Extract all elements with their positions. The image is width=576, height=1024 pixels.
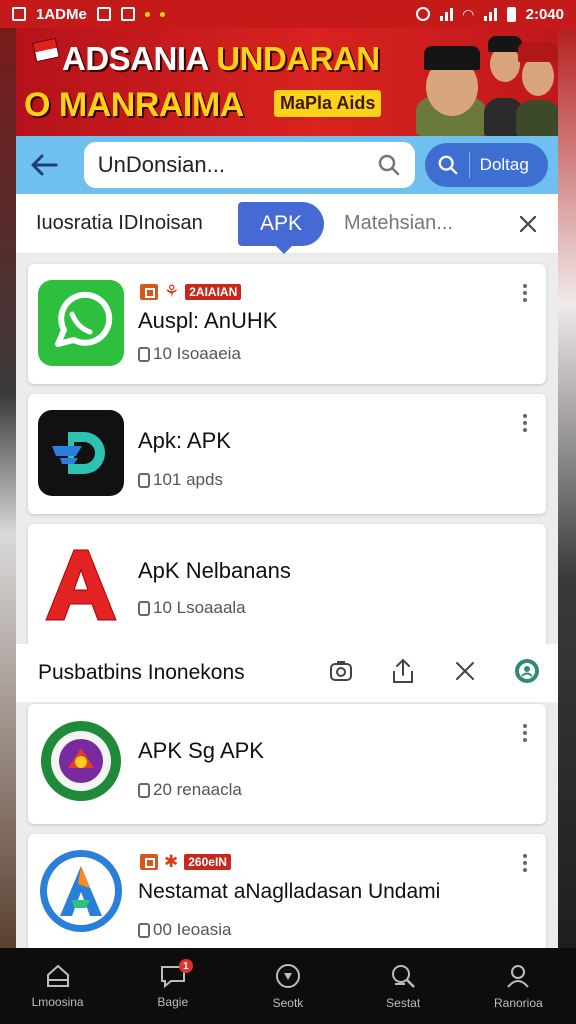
more-options-icon[interactable]	[518, 722, 532, 744]
share-icon[interactable]	[388, 656, 418, 686]
tab-indonesia[interactable]: Iuosratia IDInoisan	[36, 212, 238, 235]
back-arrow-icon[interactable]	[26, 147, 62, 183]
search-icon	[438, 155, 458, 175]
app-subtitle: 00 Ieoasia	[153, 920, 232, 939]
banner-title: ADSANIA UNDARAN	[62, 40, 380, 78]
signal-icon	[483, 7, 497, 21]
close-icon[interactable]	[516, 212, 540, 236]
close-icon[interactable]	[450, 656, 480, 686]
badge-icon	[140, 854, 158, 870]
list-item[interactable]: APK Sg APK 20 renaacla	[28, 704, 546, 824]
search-field[interactable]	[83, 142, 415, 188]
badge-icon	[140, 284, 158, 300]
banner-tag: MaPla Aids	[274, 90, 382, 117]
banner-title-yellow: UNDARAN	[216, 40, 380, 77]
app-subtitle: 10 Lsoaaala	[153, 598, 246, 617]
nav-item-search[interactable]: Sestat	[353, 962, 453, 1010]
tab-malaysia[interactable]: Matehsian...	[344, 212, 474, 235]
tab-apk[interactable]: APK	[238, 201, 324, 254]
search-button-label: Doltag	[479, 155, 529, 174]
app-name: APK Sg APK	[138, 738, 264, 763]
app-name: Apk: APK	[138, 428, 231, 453]
notification-badge: 1	[178, 959, 193, 973]
banner-people-image	[406, 28, 558, 136]
dot-icon	[159, 11, 165, 17]
app-list: ⚘ 2AIAIAN Auspl: AnUHK 10 Isoaaeia Apk: …	[16, 254, 558, 948]
gallery-icon	[96, 7, 111, 21]
nav-item-messages[interactable]: 1 Bagie	[123, 959, 223, 1009]
size-icon	[138, 782, 150, 798]
status-time: 2:040	[525, 5, 564, 23]
mail-icon	[120, 7, 135, 21]
emblem-icon	[38, 718, 124, 804]
alarm-icon	[415, 7, 430, 21]
bottom-navigation: Lmoosina 1 Bagie Seotk Sestat Ranorioa	[0, 948, 576, 1024]
app-subtitle: 20 renaacla	[153, 780, 242, 799]
banner-subtitle: O MANRAIMA	[24, 86, 244, 124]
profile-badge-icon[interactable]	[512, 656, 542, 686]
nav-label: Ranorioa	[493, 996, 543, 1010]
search-icon[interactable]	[377, 153, 401, 177]
filter-tabs: Iuosratia IDInoisan APK Matehsian...	[16, 194, 558, 254]
circle-icon	[275, 964, 300, 988]
promo-banner[interactable]: ADSANIA UNDARAN O MANRAIMA MaPla Aids	[16, 28, 558, 136]
size-icon	[138, 600, 150, 616]
section-title: Pusbatbins Inonekons	[38, 661, 245, 684]
nav-label: Lmoosina	[31, 995, 84, 1009]
nav-label: Bagie	[157, 995, 189, 1009]
battery-icon	[506, 6, 516, 22]
divider	[468, 152, 470, 178]
app-subtitle: 101 apds	[153, 470, 223, 489]
nav-item-home[interactable]: Lmoosina	[8, 963, 108, 1009]
whatsapp-style-icon	[38, 280, 124, 366]
app-subtitle: 10 Isoaaeia	[153, 344, 241, 363]
size-icon	[138, 472, 150, 488]
size-icon	[138, 922, 150, 938]
profile-icon	[507, 965, 530, 988]
nav-item-center[interactable]: Seotk	[238, 962, 338, 1010]
nav-label: Seotk	[272, 996, 304, 1010]
flag-icon	[32, 37, 60, 63]
app-name: Auspl: AnUHK	[138, 308, 278, 333]
app-name: Nestamat aNaglladasan Undami	[138, 880, 441, 903]
star-icon: ⚘	[164, 282, 180, 301]
list-item[interactable]: ApK Nelbanans 10 Lsoaaala	[28, 524, 546, 654]
list-item[interactable]: ⚘ 2AIAIAN Auspl: AnUHK 10 Isoaaeia	[28, 264, 546, 384]
status-bar: 1ADMe ◠ 2:040	[0, 0, 576, 28]
search-bar: Doltag	[16, 136, 558, 194]
background-strip-left	[0, 28, 16, 948]
app-badge: 260eIN	[184, 854, 231, 870]
blue-a-icon	[38, 848, 124, 934]
search-input[interactable]	[97, 152, 377, 178]
search-user-icon	[392, 965, 416, 988]
app-badge: 2AIAIAN	[185, 284, 242, 300]
banner-title-white: ADSANIA	[62, 40, 217, 77]
search-button[interactable]: Doltag	[424, 143, 548, 187]
notification-icon	[12, 7, 26, 21]
nav-item-profile[interactable]: Ranorioa	[468, 962, 568, 1010]
size-icon	[138, 346, 150, 362]
star-icon: ✱	[164, 852, 179, 871]
more-options-icon[interactable]	[518, 282, 532, 304]
list-item[interactable]: ✱ 260eIN Nestamat aNaglladasan Undami 00…	[28, 834, 546, 948]
status-left-text: 1ADMe	[36, 5, 87, 23]
camera-icon[interactable]	[326, 656, 356, 686]
list-item[interactable]: Apk: APK 101 apds	[28, 394, 546, 514]
home-icon	[46, 964, 69, 987]
d-logo-icon	[38, 410, 124, 496]
more-options-icon[interactable]	[518, 852, 532, 874]
signal-icon	[439, 7, 453, 21]
app-name: ApK Nelbanans	[138, 558, 291, 583]
section-header: Pusbatbins Inonekons	[16, 644, 558, 702]
dot-icon	[144, 11, 150, 17]
nav-label: Sestat	[386, 996, 421, 1010]
more-options-icon[interactable]	[518, 412, 532, 434]
wifi-icon: ◠	[462, 5, 474, 22]
background-strip-right	[558, 28, 576, 948]
red-a-icon	[38, 540, 124, 626]
